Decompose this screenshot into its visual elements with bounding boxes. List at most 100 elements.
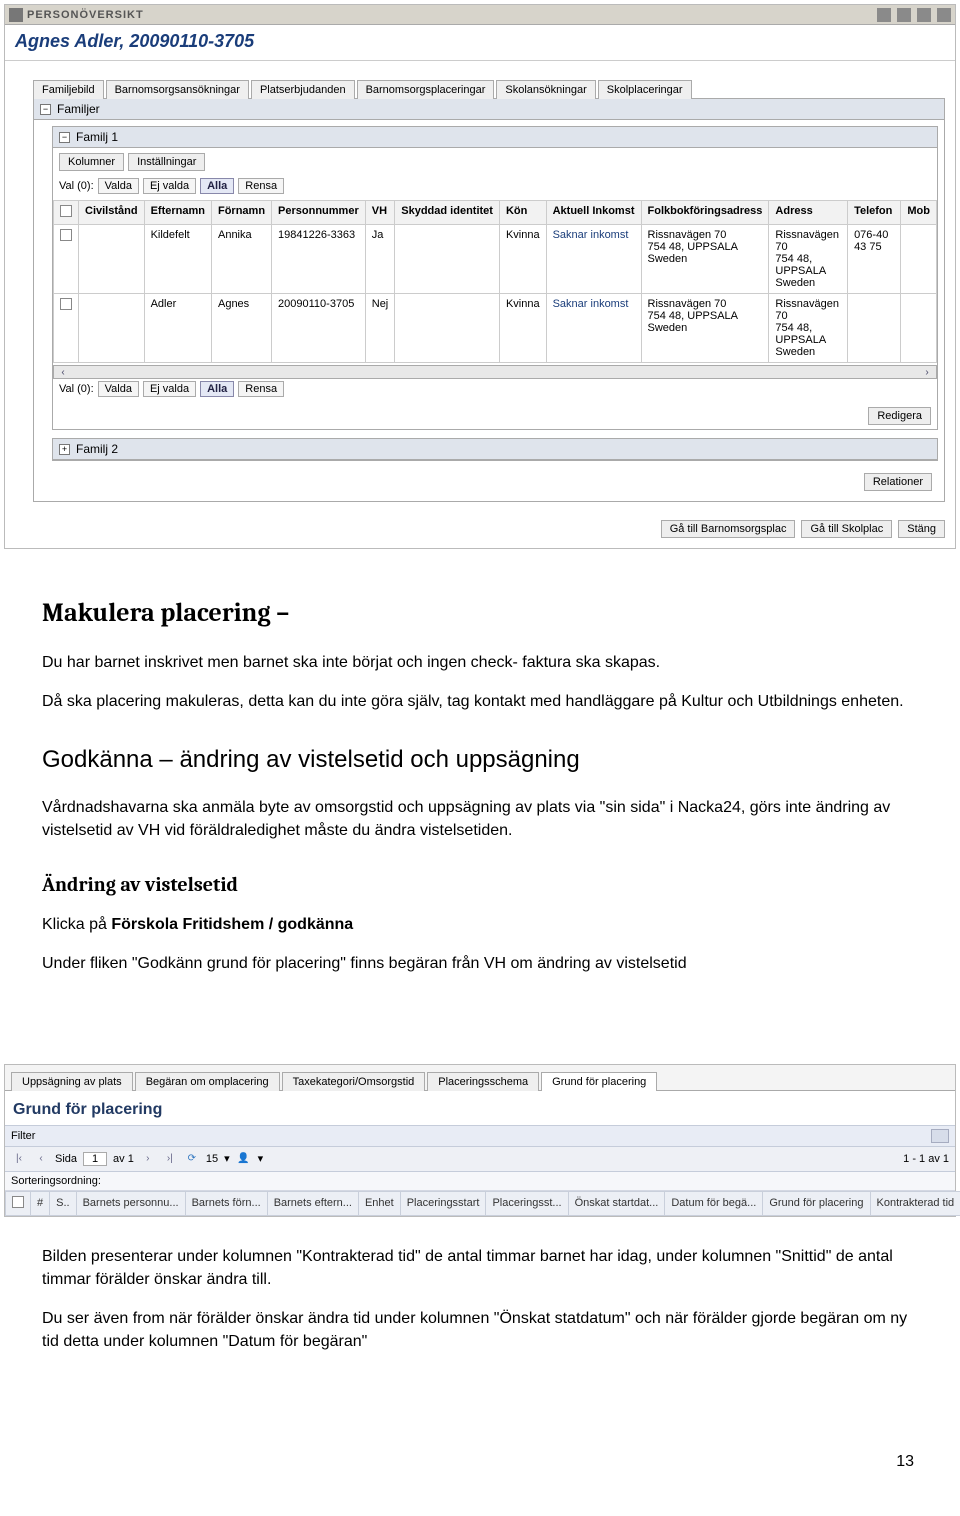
checkbox-all[interactable] (60, 205, 72, 217)
table-row[interactable]: Kildefelt Annika 19841226-3363 Ja Kvinna… (54, 225, 937, 294)
installningar-button[interactable]: Inställningar (128, 153, 205, 171)
checkbox-all[interactable] (12, 1196, 24, 1208)
col-hash[interactable]: # (31, 1191, 50, 1215)
tab-placeringsschema[interactable]: Placeringsschema (427, 1072, 539, 1091)
tab-familjebild[interactable]: Familjebild (33, 80, 104, 99)
scroll-right-icon[interactable]: › (920, 367, 934, 378)
pager-page-input[interactable] (83, 1152, 107, 1166)
filter-dropdown-icon[interactable] (931, 1129, 949, 1143)
collapse-icon[interactable]: − (59, 132, 70, 143)
col-plac-st[interactable]: Placeringsst... (486, 1191, 568, 1215)
col-check[interactable] (6, 1191, 31, 1215)
tab-grund[interactable]: Grund för placering (541, 1072, 657, 1091)
tab-taxekategori[interactable]: Taxekategori/Omsorgstid (282, 1072, 426, 1091)
col-enhet[interactable]: Enhet (358, 1191, 400, 1215)
chevron-down-icon[interactable]: ▾ (258, 1152, 264, 1165)
col-skyddad[interactable]: Skyddad identitet (395, 201, 500, 225)
tab-skolplaceringar[interactable]: Skolplaceringar (598, 80, 692, 99)
tab-skolansokningar[interactable]: Skolansökningar (496, 80, 595, 99)
app-window: PERSONÖVERSIKT Agnes Adler, 20090110-370… (4, 4, 956, 549)
seg-ej-valda[interactable]: Ej valda (143, 178, 196, 194)
pager-count: 1 - 1 av 1 (903, 1153, 949, 1165)
kolumner-button[interactable]: Kolumner (59, 153, 124, 171)
expand-icon[interactable]: + (59, 444, 70, 455)
print-icon[interactable] (917, 8, 931, 22)
col-datum-bega[interactable]: Datum för begä... (665, 1191, 763, 1215)
grund-title: Grund för placering (5, 1091, 955, 1126)
reload-icon[interactable]: ⟳ (184, 1151, 200, 1167)
cell-civilstand (79, 294, 145, 363)
col-folkbok[interactable]: Folkbokföringsadress (641, 201, 769, 225)
user-icon[interactable]: 👤 (236, 1151, 252, 1167)
tab-barnomsorgsplaceringar[interactable]: Barnomsorgsplaceringar (357, 80, 495, 99)
seg-rensa[interactable]: Rensa (238, 178, 284, 194)
redigera-button[interactable]: Redigera (868, 407, 931, 425)
pager-av: av 1 (113, 1153, 134, 1165)
col-barn-eftern[interactable]: Barnets eftern... (267, 1191, 358, 1215)
last-page-icon[interactable]: ›| (162, 1151, 178, 1167)
cell-inkomst[interactable]: Saknar inkomst (546, 225, 641, 294)
horizontal-scrollbar[interactable]: ‹ › (53, 365, 937, 379)
col-kon[interactable]: Kön (499, 201, 546, 225)
app-icon (9, 8, 23, 22)
selection-row-bottom: Val (0): Valda Ej valda Alla Rensa (53, 379, 937, 403)
cell-inkomst[interactable]: Saknar inkomst (546, 294, 641, 363)
tab-platserbjudanden[interactable]: Platserbjudanden (251, 80, 355, 99)
row-checkbox[interactable] (60, 298, 72, 310)
col-efternamn[interactable]: Efternamn (144, 201, 211, 225)
first-page-icon[interactable]: |‹ (11, 1151, 27, 1167)
family-1-header[interactable]: − Familj 1 (53, 127, 937, 148)
help-icon[interactable] (897, 8, 911, 22)
col-vh[interactable]: VH (365, 201, 395, 225)
col-onskat-start[interactable]: Önskat startdat... (568, 1191, 665, 1215)
family-2-header[interactable]: + Familj 2 (53, 439, 937, 460)
seg-alla[interactable]: Alla (200, 381, 234, 397)
row-checkbox[interactable] (60, 229, 72, 241)
col-personnummer[interactable]: Personnummer (272, 201, 366, 225)
col-barn-pnr[interactable]: Barnets personnu... (76, 1191, 185, 1215)
col-kontrakterad[interactable]: Kontrakterad tid (870, 1191, 960, 1215)
col-mob[interactable]: Mob (901, 201, 937, 225)
stang-button[interactable]: Stäng (898, 520, 945, 538)
col-adress[interactable]: Adress (769, 201, 848, 225)
col-s[interactable]: S.. (50, 1191, 76, 1215)
p-godkanna: Vårdnadshavarna ska anmäla byte av omsor… (42, 796, 918, 842)
col-inkomst[interactable]: Aktuell Inkomst (546, 201, 641, 225)
grund-window: Uppsägning av plats Begäran om omplaceri… (4, 1064, 956, 1217)
relationer-button[interactable]: Relationer (864, 473, 932, 491)
seg-alla[interactable]: Alla (200, 178, 234, 194)
window-icon[interactable] (937, 8, 951, 22)
next-page-icon[interactable]: › (140, 1151, 156, 1167)
prev-page-icon[interactable]: ‹ (33, 1151, 49, 1167)
window-footer: Gå till Barnomsorgsplac Gå till Skolplac… (5, 512, 955, 548)
table-row[interactable]: Adler Agnes 20090110-3705 Nej Kvinna Sak… (54, 294, 937, 363)
families-label: Familjer (57, 102, 100, 116)
col-fornamn[interactable]: Förnamn (211, 201, 271, 225)
scroll-left-icon[interactable]: ‹ (56, 367, 70, 378)
collapse-icon[interactable]: − (40, 104, 51, 115)
seg-ej-valda[interactable]: Ej valda (143, 381, 196, 397)
col-grund[interactable]: Grund för placering (763, 1191, 870, 1215)
page-number: 13 (0, 1429, 960, 1491)
seg-valda[interactable]: Valda (98, 178, 139, 194)
pager-per-page[interactable]: 15 (206, 1153, 218, 1165)
cell-efternamn: Adler (144, 294, 211, 363)
info-icon[interactable] (877, 8, 891, 22)
col-plac-start[interactable]: Placeringsstart (400, 1191, 486, 1215)
goto-barnomsorgsplac-button[interactable]: Gå till Barnomsorgsplac (661, 520, 796, 538)
col-telefon[interactable]: Telefon (848, 201, 901, 225)
tab-omplacering[interactable]: Begäran om omplacering (135, 1072, 280, 1091)
seg-valda[interactable]: Valda (98, 381, 139, 397)
col-civilstand[interactable]: Civilstånd (79, 201, 145, 225)
families-header[interactable]: − Familjer (34, 99, 944, 120)
cell-civilstand (79, 225, 145, 294)
tab-barnomsorgsansokningar[interactable]: Barnomsorgsansökningar (106, 80, 249, 99)
col-barn-forn[interactable]: Barnets förn... (185, 1191, 267, 1215)
chevron-down-icon[interactable]: ▾ (224, 1152, 230, 1165)
filter-bar[interactable]: Filter (5, 1126, 955, 1147)
seg-rensa[interactable]: Rensa (238, 381, 284, 397)
grund-table: # S.. Barnets personnu... Barnets förn..… (5, 1191, 960, 1216)
p-klicka-pre: Klicka på (42, 916, 111, 933)
tab-uppsagning[interactable]: Uppsägning av plats (11, 1072, 133, 1091)
goto-skolplac-button[interactable]: Gå till Skolplac (801, 520, 892, 538)
